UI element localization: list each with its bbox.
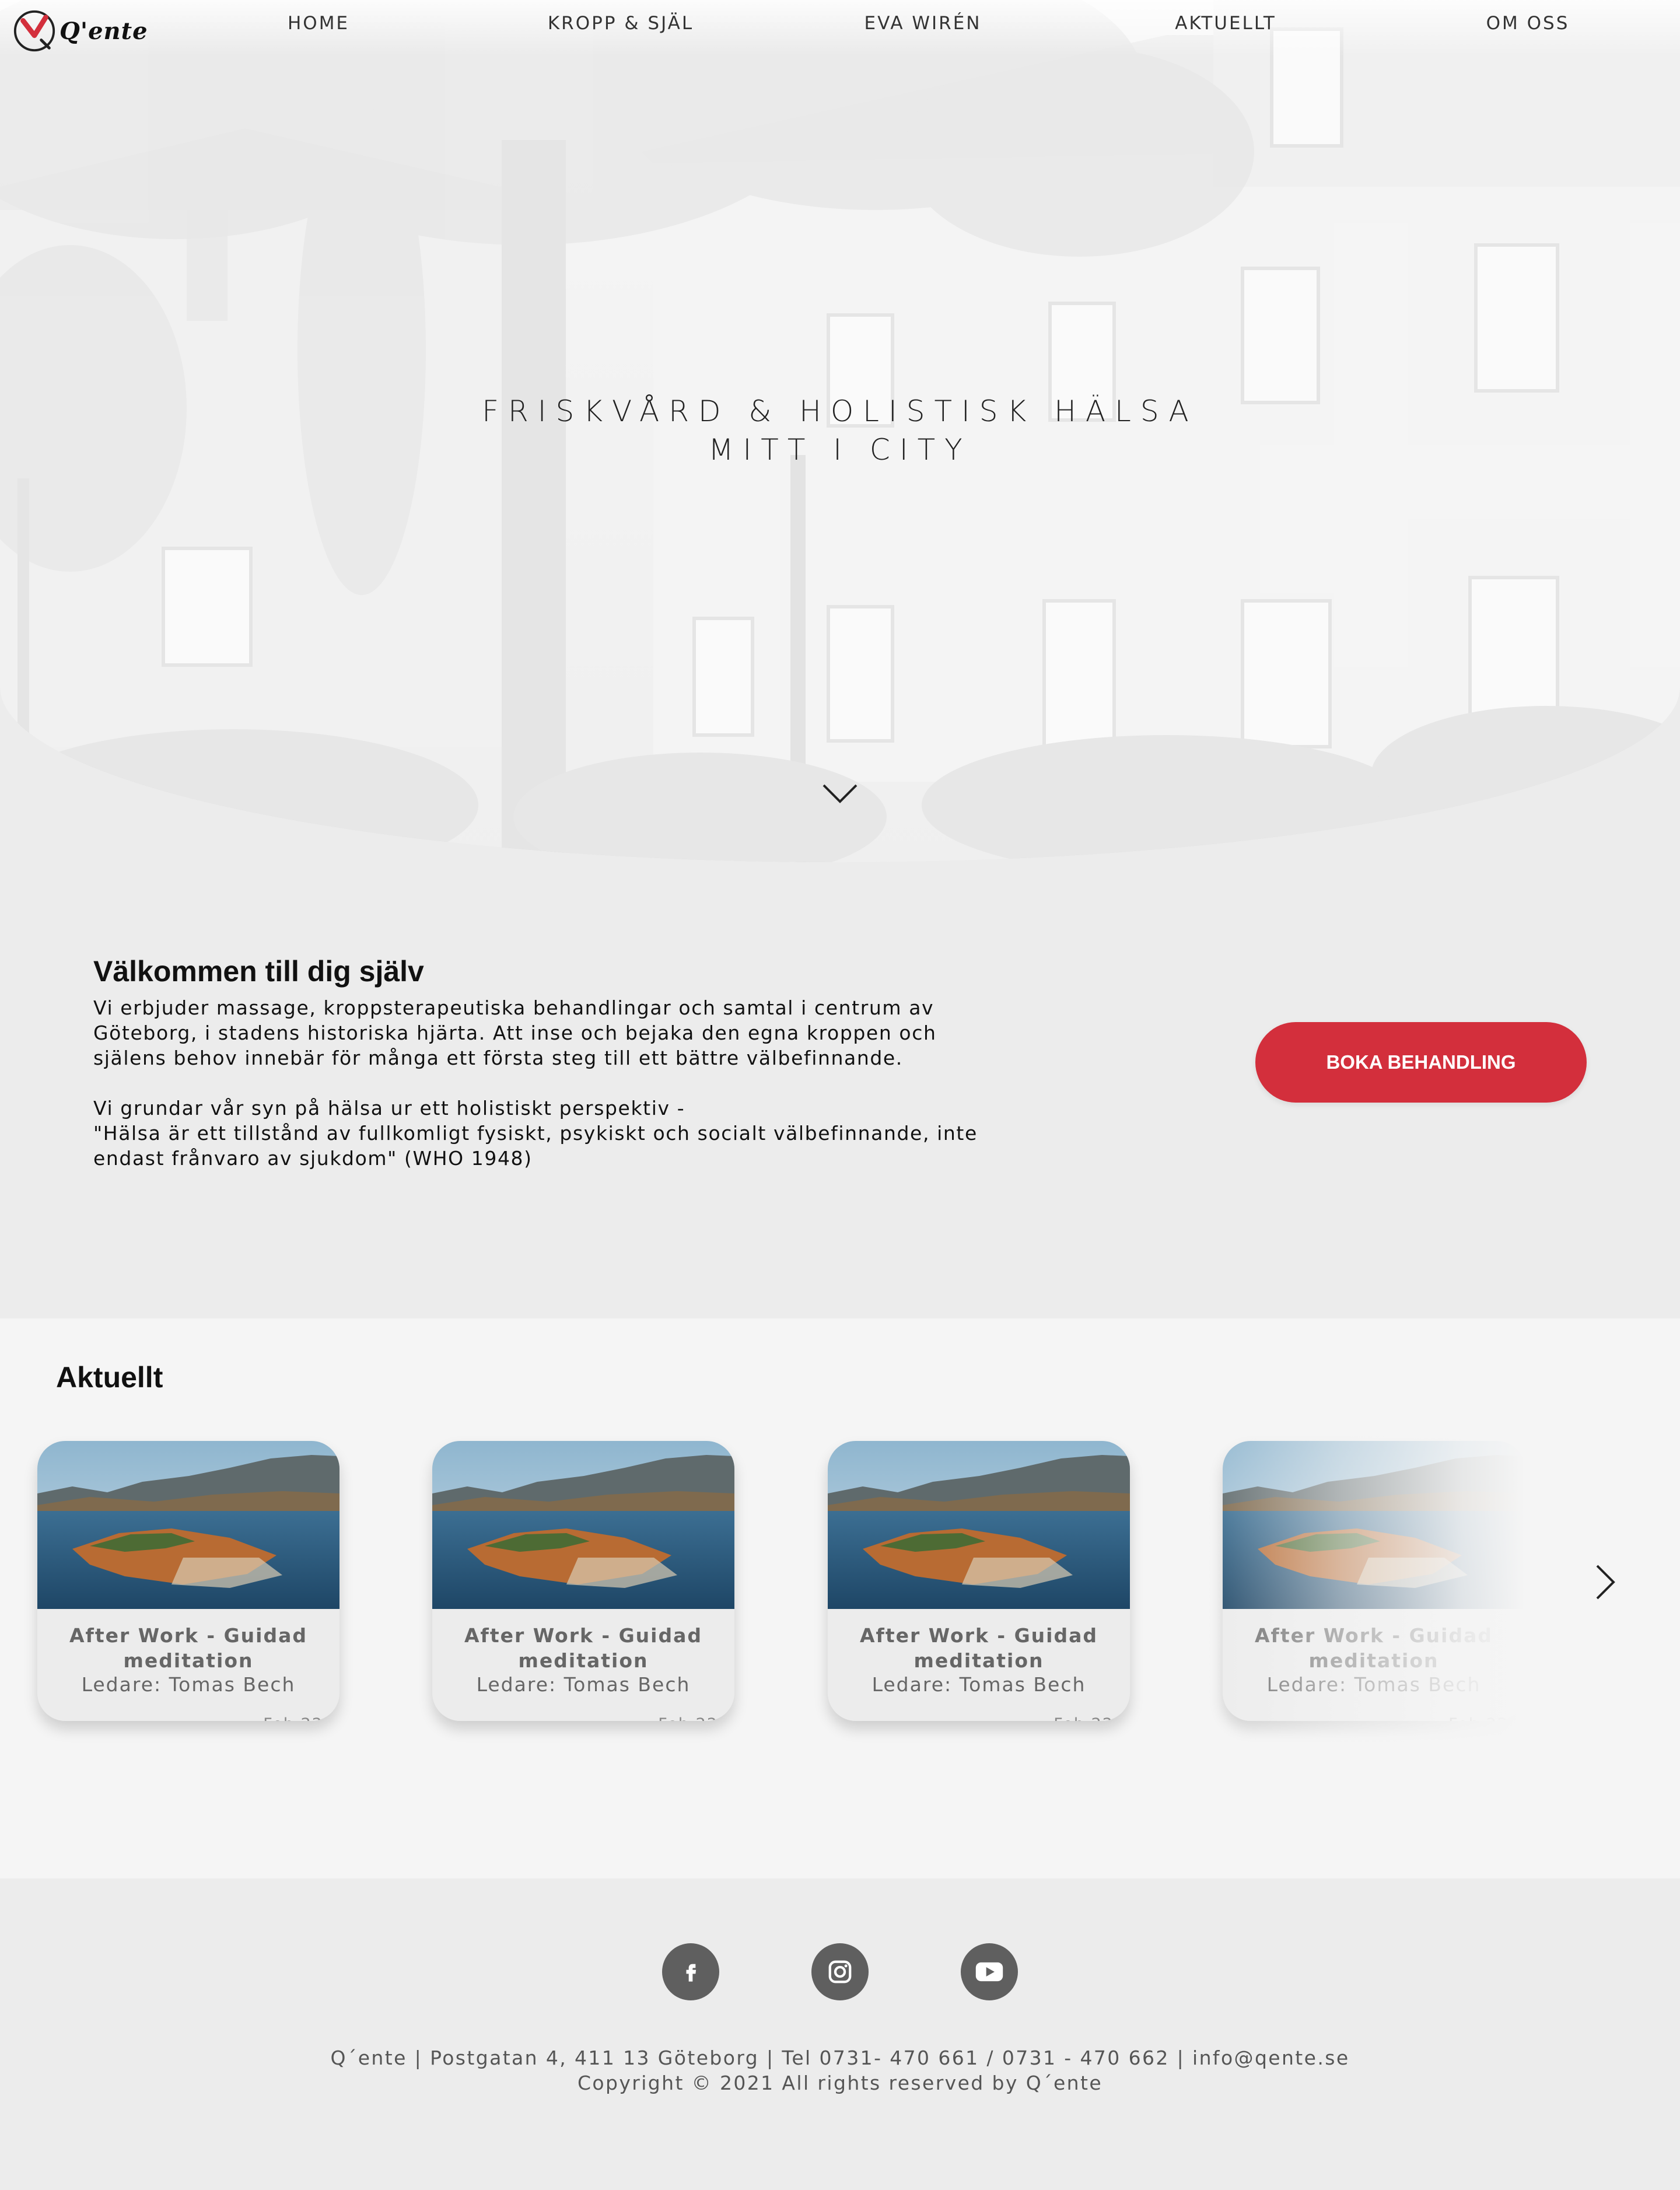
lake-landscape-image <box>432 1441 734 1609</box>
welcome-text: Vi erbjuder massage, kroppsterapeutiska … <box>93 995 992 1171</box>
news-card-date: Feb 22 <box>1054 1715 1114 1721</box>
hero: Q'ente HOME KROPP & SJÄL EVA WIRÉN AKTUE… <box>0 0 1680 862</box>
footer-contact: Q´ente | Postgatan 4, 411 13 Göteborg | … <box>330 2046 1350 2069</box>
news-card-leader: Ledare: Tomas Bech <box>81 1673 296 1696</box>
nav-om-oss[interactable]: OM OSS <box>1486 13 1570 34</box>
youtube-link[interactable] <box>961 1943 1018 2000</box>
news-title: Aktuellt <box>56 1361 163 1394</box>
chevron-down-icon[interactable] <box>821 782 859 805</box>
instagram-link[interactable] <box>811 1943 869 2000</box>
lake-landscape-image <box>1223 1441 1525 1609</box>
news-card[interactable]: After Work - Guidad meditation Ledare: T… <box>432 1441 734 1721</box>
book-treatment-button[interactable]: BOKA BEHANDLING <box>1255 1022 1587 1103</box>
hero-title-line-1: FRISKVÅRD & HOLISTISK HÄLSA <box>482 394 1198 428</box>
news-card-date: Feb 22 <box>263 1715 323 1721</box>
logo-text: Q'ente <box>60 17 148 45</box>
news-card-leader: Ledare: Tomas Bech <box>1266 1673 1481 1696</box>
hero-title-line-2: MITT I CITY <box>708 433 972 467</box>
nav-aktuellt[interactable]: AKTUELLT <box>1175 13 1276 34</box>
news-card-title: After Work - Guidad meditation <box>1254 1624 1493 1672</box>
nav-kropp-sjal[interactable]: KROPP & SJÄL <box>548 13 694 34</box>
news-card[interactable]: After Work - Guidad meditation Ledare: T… <box>828 1441 1130 1721</box>
facebook-icon <box>686 1964 696 1982</box>
news-card-date: Feb 22 <box>658 1715 718 1721</box>
news-card-title: After Work - Guidad meditation <box>859 1624 1098 1672</box>
welcome-title: Välkommen till dig själv <box>93 955 424 988</box>
qente-logo-icon <box>13 10 55 52</box>
logo[interactable]: Q'ente <box>12 8 148 54</box>
youtube-icon <box>975 1962 1003 1982</box>
news-card[interactable]: After Work - Guidad meditation Ledare: T… <box>37 1441 340 1721</box>
chevron-right-icon[interactable] <box>1594 1563 1617 1601</box>
news-card-leader: Ledare: Tomas Bech <box>872 1673 1086 1696</box>
facebook-link[interactable] <box>662 1943 719 2000</box>
welcome-paragraph-2: Vi grundar vår syn på hälsa ur ett holis… <box>93 1097 978 1170</box>
news-card[interactable]: After Work - Guidad meditation Ledare: T… <box>1223 1441 1525 1721</box>
news-card-title: After Work - Guidad meditation <box>464 1624 702 1672</box>
news-card-date: Feb 22 <box>1448 1715 1508 1721</box>
lake-landscape-image <box>828 1441 1130 1609</box>
lake-landscape-image <box>37 1441 340 1609</box>
news-card-title: After Work - Guidad meditation <box>69 1624 307 1672</box>
top-navigation: Q'ente HOME KROPP & SJÄL EVA WIRÉN AKTUE… <box>0 0 1680 56</box>
welcome-paragraph-1: Vi erbjuder massage, kroppsterapeutiska … <box>93 996 937 1069</box>
footer-copyright: Copyright © 2021 All rights reserved by … <box>577 2072 1103 2094</box>
nav-eva-wiren[interactable]: EVA WIRÉN <box>864 13 982 34</box>
instagram-icon <box>828 1960 852 1983</box>
nav-home[interactable]: HOME <box>288 13 349 34</box>
hero-overlay <box>0 0 1680 862</box>
news-card-leader: Ledare: Tomas Bech <box>476 1673 691 1696</box>
